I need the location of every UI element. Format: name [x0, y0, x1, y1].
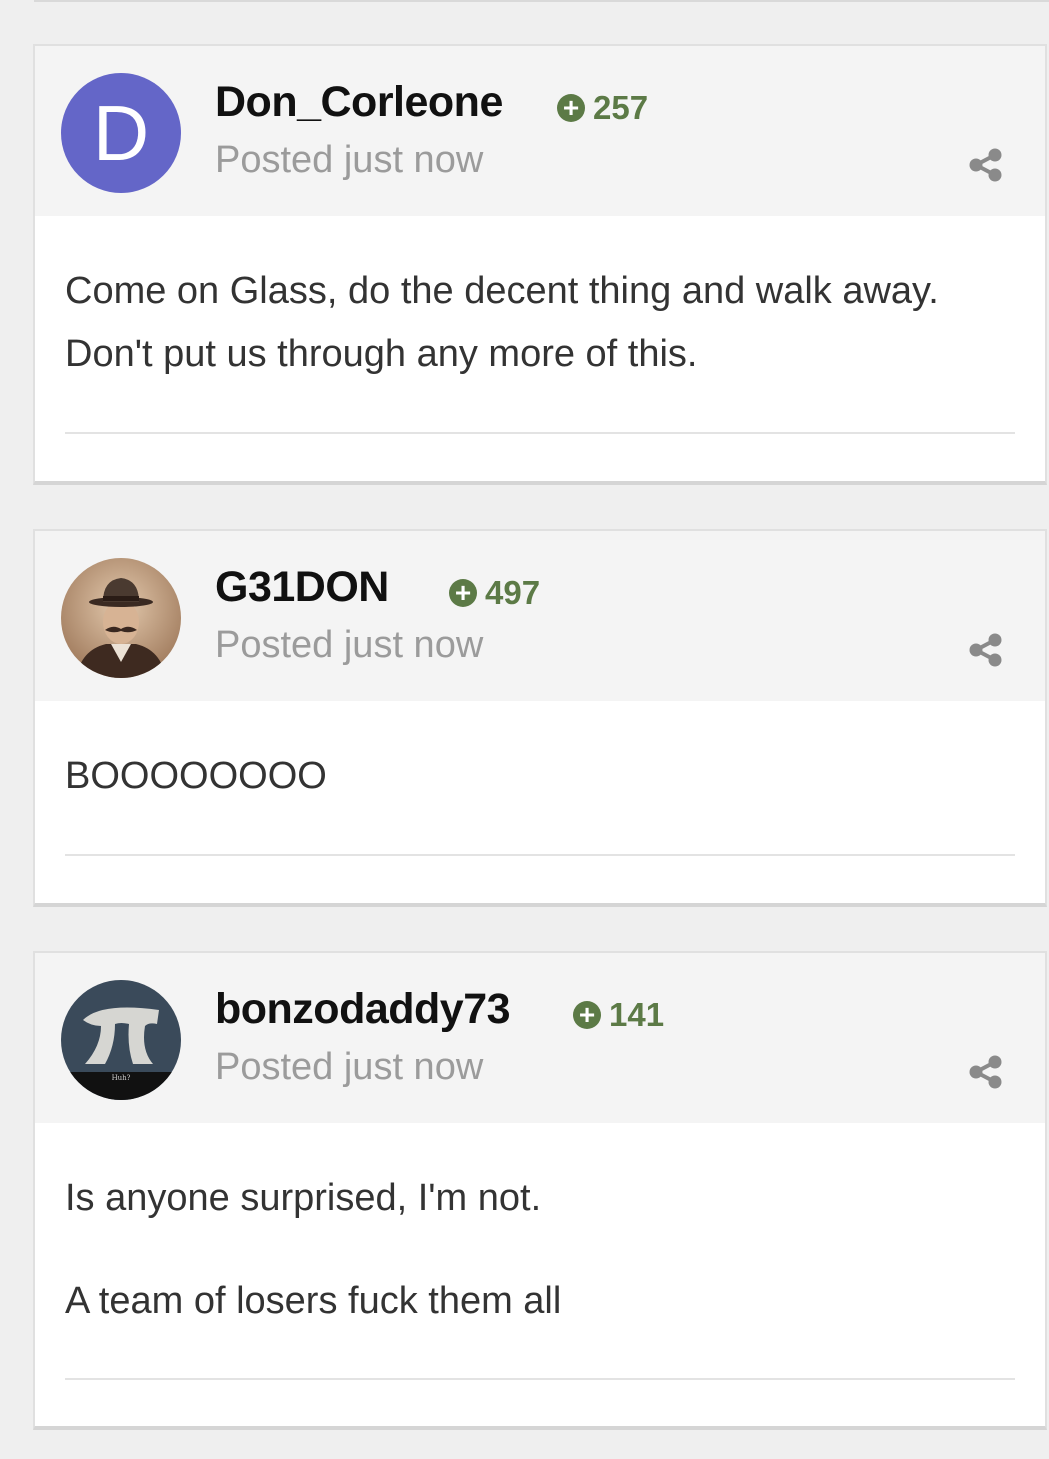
reputation-count: 497: [485, 574, 541, 611]
reputation-badge: + 497: [449, 574, 541, 611]
plus-circle-icon: +: [557, 94, 585, 122]
avatar-photo: Huh?: [61, 980, 181, 1100]
share-icon[interactable]: [968, 1054, 1004, 1090]
post-content: BOOOOOOOO: [35, 701, 1045, 808]
plus-circle-icon: +: [573, 1001, 601, 1029]
previous-post-edge: [34, 0, 1049, 2]
reputation-badge: + 141: [573, 996, 665, 1033]
plus-circle-icon: +: [449, 579, 477, 607]
reputation-count: 141: [609, 996, 665, 1033]
post-text: Don't put us through any more of this.: [65, 333, 698, 375]
post-card: Huh? bonzodaddy73 + 141 Posted just now …: [33, 951, 1047, 1430]
svg-text:Huh?: Huh?: [112, 1074, 131, 1082]
share-icon[interactable]: [968, 147, 1004, 183]
avatar[interactable]: D: [61, 73, 181, 193]
post-divider: [65, 432, 1015, 434]
reputation-badge: + 257: [557, 89, 649, 126]
post-timestamp[interactable]: Posted just now: [215, 624, 483, 667]
post-header: D Don_Corleone + 257 Posted just now: [35, 46, 1045, 216]
username-link[interactable]: bonzodaddy73: [215, 985, 511, 1034]
post-header: G31DON + 497 Posted just now: [35, 531, 1045, 701]
avatar[interactable]: [61, 558, 181, 678]
post-timestamp[interactable]: Posted just now: [215, 139, 483, 182]
post-card: D Don_Corleone + 257 Posted just now Com…: [33, 44, 1047, 485]
post-text: A team of losers fuck them all: [65, 1280, 562, 1322]
avatar[interactable]: Huh?: [61, 980, 181, 1100]
avatar-photo: [61, 558, 181, 678]
post-divider: [65, 1378, 1015, 1380]
post-content: Is anyone surprised, I'm not. A team of …: [35, 1123, 1045, 1333]
reputation-count: 257: [593, 89, 649, 126]
share-icon[interactable]: [968, 632, 1004, 668]
post-card: G31DON + 497 Posted just now BOOOOOOOO: [33, 529, 1047, 907]
username-link[interactable]: Don_Corleone: [215, 78, 503, 127]
post-divider: [65, 854, 1015, 856]
post-text: Is anyone surprised, I'm not.: [65, 1177, 542, 1219]
post-text: BOOOOOOOO: [65, 755, 327, 797]
username-link[interactable]: G31DON: [215, 563, 389, 612]
post-timestamp[interactable]: Posted just now: [215, 1046, 483, 1089]
post-header: Huh? bonzodaddy73 + 141 Posted just now: [35, 953, 1045, 1123]
post-text: Come on Glass, do the decent thing and w…: [65, 270, 939, 312]
post-content: Come on Glass, do the decent thing and w…: [35, 216, 1045, 386]
